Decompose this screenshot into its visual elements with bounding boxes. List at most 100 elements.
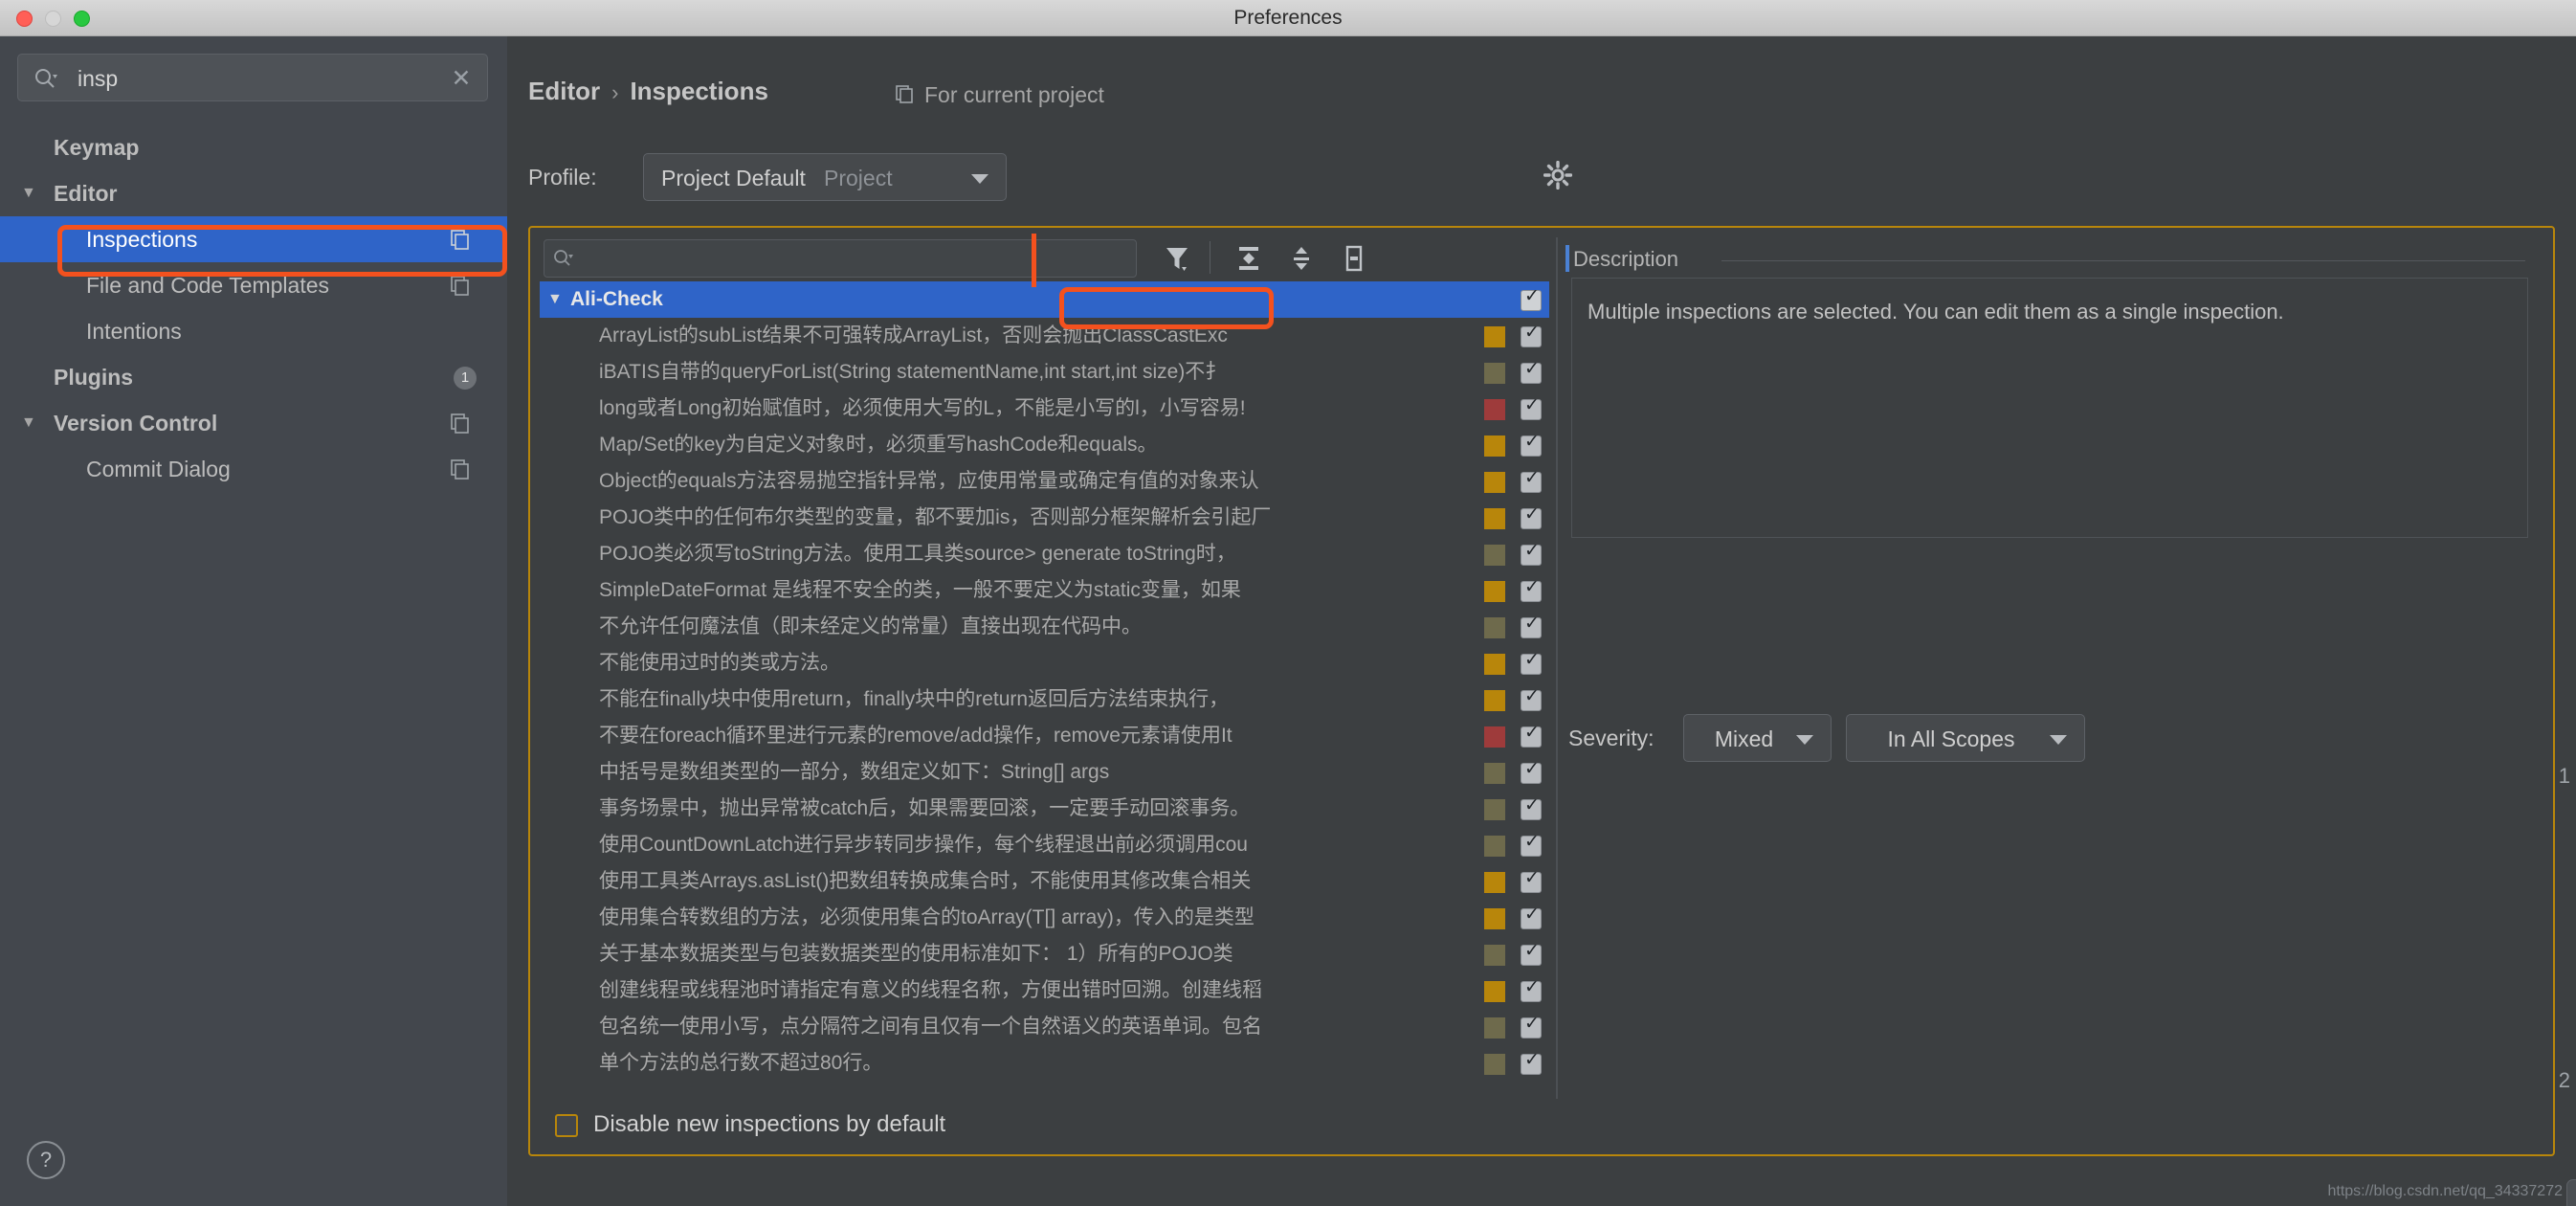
chevron-down-icon[interactable]: ▼ xyxy=(21,400,36,446)
severity-value: Mixed xyxy=(1714,726,1774,751)
inspection-row-checkbox[interactable] xyxy=(1521,759,1542,784)
inspection-row[interactable]: 中括号是数组类型的一部分，数组定义如下：String[] args xyxy=(540,754,1549,791)
filter-icon[interactable] xyxy=(1162,243,1192,274)
gear-icon[interactable] xyxy=(1543,161,1572,190)
severity-color-chip xyxy=(1484,799,1505,820)
chevron-down-icon xyxy=(1796,735,1813,745)
inspection-row-checkbox[interactable] xyxy=(1521,577,1542,602)
help-button[interactable]: ? xyxy=(27,1141,65,1179)
inspection-row-checkbox[interactable] xyxy=(1521,504,1542,529)
settings-sidebar: insp ✕ Keymap ▼ Editor Inspections File … xyxy=(0,36,507,1206)
profile-select[interactable]: Project Default Project xyxy=(643,153,1007,201)
inspection-row-checkbox[interactable] xyxy=(1521,977,1542,1002)
inspection-row[interactable]: 不能在finally块中使用return，finally块中的return返回后… xyxy=(540,681,1549,718)
sidebar-item-commit-dialog[interactable]: Commit Dialog xyxy=(0,446,507,492)
inspection-row[interactable]: POJO类必须写toString方法。使用工具类source> generate… xyxy=(540,536,1549,572)
chevron-down-icon[interactable]: ▼ xyxy=(21,170,36,216)
breadcrumb-separator-icon: › xyxy=(611,80,619,104)
inspection-filter-input[interactable] xyxy=(544,239,1137,278)
inspection-row-label: 事务场景中，抛出异常被catch后，如果需要回滚，一定要手动回滚事务。 xyxy=(599,797,1251,819)
chevron-down-icon[interactable]: ▼ xyxy=(547,281,563,318)
inspection-row-checkbox[interactable] xyxy=(1521,941,1542,966)
inspection-row-checkbox[interactable] xyxy=(1521,323,1542,347)
inspection-row[interactable]: 事务场景中，抛出异常被catch后，如果需要回滚，一定要手动回滚事务。 xyxy=(540,791,1549,827)
inspection-row-checkbox[interactable] xyxy=(1521,614,1542,638)
scope-note: For current project xyxy=(895,82,1104,108)
sidebar-item-plugins[interactable]: Plugins 1 xyxy=(0,354,507,400)
title-bar: Preferences xyxy=(0,0,2576,36)
inspection-row-label: 使用工具类Arrays.asList()把数组转换成集合时，不能使用其修改集合相… xyxy=(599,870,1252,892)
inspection-row-checkbox[interactable] xyxy=(1521,686,1542,711)
chevron-down-icon xyxy=(971,174,988,184)
cancel-button[interactable]: Cancel xyxy=(2566,1179,2576,1206)
inspection-row-checkbox[interactable] xyxy=(1521,468,1542,493)
inspection-row-checkbox[interactable] xyxy=(1521,650,1542,675)
inspection-row-checkbox[interactable] xyxy=(1521,904,1542,929)
copy-to-ide-icon[interactable] xyxy=(450,413,471,434)
inspection-row[interactable]: POJO类中的任何布尔类型的变量，都不要加is，否则部分框架解析会引起厂 xyxy=(540,500,1549,536)
inspections-list[interactable]: ▼ Ali-Check ArrayList的subList结果不可强转成Arra… xyxy=(540,281,1549,1118)
inspection-group-row[interactable]: ▼ Ali-Check xyxy=(540,281,1549,318)
inspection-row[interactable]: Object的equals方法容易抛空指针异常，应使用常量或确定有值的对象来认 xyxy=(540,463,1549,500)
inspection-row[interactable]: ArrayList的subList结果不可强转成ArrayList，否则会抛出C… xyxy=(540,318,1549,354)
inspection-row[interactable]: 关于基本数据类型与包装数据类型的使用标准如下： 1）所有的POJO类 xyxy=(540,936,1549,972)
severity-color-chip xyxy=(1484,508,1505,529)
inspection-row-checkbox[interactable] xyxy=(1521,359,1542,384)
breadcrumb-parent[interactable]: Editor xyxy=(528,77,600,105)
disable-new-inspections-label: Disable new inspections by default xyxy=(593,1111,946,1137)
inspection-group-checkbox[interactable] xyxy=(1521,286,1542,311)
show-only-enabled-icon[interactable] xyxy=(1339,243,1369,274)
sidebar-item-intentions[interactable]: Intentions xyxy=(0,308,507,354)
disable-new-inspections-checkbox[interactable] xyxy=(555,1114,578,1137)
inspection-row[interactable]: 创建线程或线程池时请指定有意义的线程名称，方便出错时回溯。创建线稻 xyxy=(540,972,1549,1009)
sidebar-item-file-and-code-templates[interactable]: File and Code Templates xyxy=(0,262,507,308)
inspection-group-label: Ali-Check xyxy=(570,288,663,310)
edge-mark-two: 2 xyxy=(2558,1068,2570,1092)
inspection-row-label: 不允许任何魔法值（即未经定义的常量）直接出现在代码中。 xyxy=(599,615,1142,637)
inspection-row-checkbox[interactable] xyxy=(1521,1050,1542,1075)
inspection-row[interactable]: 单个方法的总行数不超过80行。 xyxy=(540,1045,1549,1082)
inspection-row-label: Map/Set的key为自定义对象时，必须重写hashCode和equals。 xyxy=(599,434,1158,456)
inspection-row-checkbox[interactable] xyxy=(1521,723,1542,748)
inspection-row[interactable]: 使用CountDownLatch进行异步转同步操作，每个线程退出前必须调用cou xyxy=(540,827,1549,863)
inspection-rows-host: ArrayList的subList结果不可强转成ArrayList，否则会抛出C… xyxy=(540,318,1549,1082)
settings-content: Editor › Inspections For current project P… xyxy=(507,36,2576,1206)
inspection-row[interactable]: 使用工具类Arrays.asList()把数组转换成集合时，不能使用其修改集合相… xyxy=(540,863,1549,900)
inspection-row-label: iBATIS自带的queryForList(String statementNa… xyxy=(599,361,1226,383)
sidebar-item-editor[interactable]: ▼ Editor xyxy=(0,170,507,216)
inspection-row[interactable]: Map/Set的key为自定义对象时，必须重写hashCode和equals。 xyxy=(540,427,1549,463)
plugins-count-badge: 1 xyxy=(454,367,477,390)
settings-search-field[interactable]: insp ✕ xyxy=(17,54,488,101)
clear-icon[interactable]: ✕ xyxy=(449,66,474,91)
inspection-row-checkbox[interactable] xyxy=(1521,1014,1542,1038)
copy-to-ide-icon[interactable] xyxy=(450,275,471,296)
inspection-row[interactable]: 不允许任何魔法值（即未经定义的常量）直接出现在代码中。 xyxy=(540,609,1549,645)
inspection-row-checkbox[interactable] xyxy=(1521,432,1542,457)
sidebar-item-inspections[interactable]: Inspections xyxy=(0,216,507,262)
inspection-row[interactable]: 不要在foreach循环里进行元素的remove/add操作，remove元素请… xyxy=(540,718,1549,754)
inspection-row[interactable]: 使用集合转数组的方法，必须使用集合的toArray(T[] array)，传入的… xyxy=(540,900,1549,936)
inspection-row[interactable]: iBATIS自带的queryForList(String statementNa… xyxy=(540,354,1549,391)
settings-search-value[interactable]: insp xyxy=(78,55,118,102)
inspection-row-checkbox[interactable] xyxy=(1521,868,1542,893)
sidebar-item-version-control[interactable]: ▼ Version Control xyxy=(0,400,507,446)
scope-note-label: For current project xyxy=(924,82,1104,107)
inspection-row-label: long或者Long初始赋值时，必须使用大写的L，不能是小写的l，小写容易! xyxy=(599,397,1246,419)
copy-to-ide-icon[interactable] xyxy=(450,458,471,480)
inspection-row[interactable]: SimpleDateFormat 是线程不安全的类，一般不要定义为static变… xyxy=(540,572,1549,609)
inspection-row-checkbox[interactable] xyxy=(1521,832,1542,857)
severity-select[interactable]: Mixed xyxy=(1683,714,1832,762)
expand-all-icon[interactable] xyxy=(1233,243,1264,274)
inspection-row[interactable]: 不能使用过时的类或方法。 xyxy=(540,645,1549,681)
scope-select[interactable]: In All Scopes xyxy=(1846,714,2085,762)
inspection-row-checkbox[interactable] xyxy=(1521,541,1542,566)
collapse-all-icon[interactable] xyxy=(1286,243,1317,274)
inspection-row-checkbox[interactable] xyxy=(1521,795,1542,820)
inspection-row[interactable]: 包名统一使用小写，点分隔符之间有且仅有一个自然语义的英语单词。包名 xyxy=(540,1009,1549,1045)
inspection-row[interactable]: long或者Long初始赋值时，必须使用大写的L，不能是小写的l，小写容易! xyxy=(540,391,1549,427)
sidebar-item-label: Inspections xyxy=(86,227,198,252)
inspection-row-checkbox[interactable] xyxy=(1521,395,1542,420)
sidebar-item-label: Commit Dialog xyxy=(86,457,231,481)
copy-to-ide-icon[interactable] xyxy=(450,229,471,250)
sidebar-item-keymap[interactable]: Keymap xyxy=(0,124,507,170)
